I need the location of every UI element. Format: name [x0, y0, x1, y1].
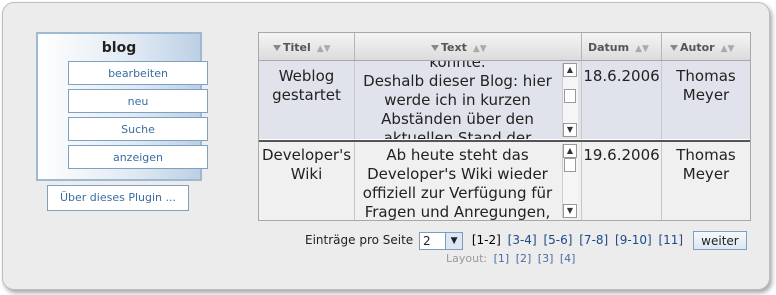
page-link[interactable]: [1-2]: [472, 233, 501, 247]
menu-item-bearbeiten[interactable]: bearbeiten: [68, 61, 208, 85]
text-cell: Ab heute steht das Developer's Wiki wied…: [355, 142, 582, 220]
column-header-titel[interactable]: Titel ▲▼: [259, 33, 355, 60]
funnel-icon[interactable]: [431, 45, 439, 51]
column-header-autor[interactable]: Autor ▲▼: [662, 33, 750, 60]
sort-arrows-icon[interactable]: ▲▼: [473, 44, 487, 54]
date-cell: 18.6.2006: [582, 61, 662, 139]
sort-arrows-icon[interactable]: ▲▼: [635, 44, 649, 54]
sort-arrows-icon[interactable]: ▲▼: [721, 44, 735, 54]
layout-selector: Layout: [1] [2] [3] [4]: [446, 252, 575, 265]
scroll-thumb[interactable]: [564, 89, 576, 103]
layout-link[interactable]: [2]: [516, 252, 532, 265]
blog-menu: blog bearbeiten neu Suche anzeigen: [36, 32, 208, 181]
menu-item-anzeigen[interactable]: anzeigen: [68, 145, 208, 169]
arrow-down-icon[interactable]: ▼: [563, 204, 577, 218]
sort-arrows-icon[interactable]: ▲▼: [317, 44, 331, 54]
blog-table: Titel ▲▼ Text ▲▼ Datum ▲▼ Autor ▲▼ Weblog ge…: [258, 32, 751, 221]
per-page-label: Einträge pro Seite: [305, 233, 414, 247]
menu-item-neu[interactable]: neu: [68, 89, 208, 113]
author-cell: Thomas Meyer: [676, 67, 736, 104]
layout-label: Layout:: [446, 252, 488, 265]
funnel-icon[interactable]: [670, 45, 678, 51]
author-cell: Thomas Meyer: [676, 146, 736, 183]
page-link[interactable]: [5-6]: [543, 233, 572, 247]
arrow-up-icon[interactable]: ▲: [563, 144, 577, 158]
text-cell: konnte. Deshalb dieser Blog: hier werde …: [355, 61, 582, 139]
menu-item-suche[interactable]: Suche: [68, 117, 208, 141]
funnel-icon[interactable]: [273, 45, 281, 51]
column-header-datum[interactable]: Datum ▲▼: [582, 33, 662, 60]
table-row: Weblog gestartet konnte. Deshalb dieser …: [259, 61, 750, 139]
layout-link[interactable]: [4]: [560, 252, 576, 265]
layout-link[interactable]: [1]: [494, 252, 510, 265]
table-row: Developer's Wiki Ab heute steht das Deve…: [259, 140, 750, 220]
chevron-down-icon[interactable]: ▼: [445, 232, 463, 249]
scroll-thumb[interactable]: [564, 158, 576, 172]
text-scrollbar[interactable]: ▲ ▼: [562, 63, 578, 137]
arrow-down-icon[interactable]: ▼: [563, 123, 577, 137]
per-page-select[interactable]: 2 ▼: [419, 231, 464, 250]
page-link[interactable]: [9-10]: [615, 233, 652, 247]
table-header: Titel ▲▼ Text ▲▼ Datum ▲▼ Autor ▲▼: [259, 33, 750, 61]
column-header-text[interactable]: Text ▲▼: [355, 33, 582, 60]
text-content: konnte. Deshalb dieser Blog: hier werde …: [363, 61, 552, 139]
plugin-panel: blog bearbeiten neu Suche anzeigen Über …: [2, 2, 770, 290]
page-link[interactable]: [7-8]: [579, 233, 608, 247]
arrow-up-icon[interactable]: ▲: [563, 63, 577, 77]
pager: Einträge pro Seite 2 ▼ [1-2] [3-4] [5-6]…: [305, 231, 747, 250]
about-plugin-button[interactable]: Über dieses Plugin ...: [47, 185, 189, 211]
next-page-button[interactable]: weiter: [692, 231, 747, 250]
title-cell: Developer's Wiki: [259, 142, 355, 220]
date-cell: 19.6.2006: [582, 142, 662, 220]
page-link[interactable]: [3-4]: [508, 233, 537, 247]
text-scrollbar[interactable]: ▲ ▼: [562, 144, 578, 218]
text-content: Ab heute steht das Developer's Wiki wied…: [362, 146, 553, 220]
title-cell: Weblog gestartet: [259, 61, 355, 139]
page-link[interactable]: [11]: [658, 233, 683, 247]
layout-link[interactable]: [3]: [538, 252, 554, 265]
menu-title: blog: [101, 40, 137, 56]
